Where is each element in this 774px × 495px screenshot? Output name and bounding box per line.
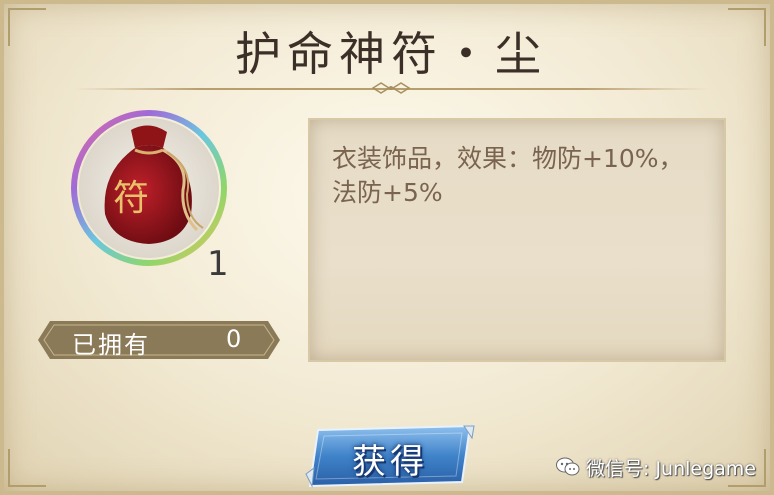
- obtain-button[interactable]: 获得: [304, 424, 476, 488]
- owned-value: 0: [226, 325, 242, 353]
- description-box: 衣装饰品，效果：物防+10%，法防+5%: [310, 120, 724, 360]
- item-quantity: 1: [207, 244, 229, 284]
- item-detail-panel: 护命神符・尘 符 1 已拥有 0 衣装饰品，效果：物防+10%，法防+5% 获得…: [0, 0, 774, 495]
- watermark-text: 微信号: Junlegame: [586, 457, 756, 480]
- item-icon-frame[interactable]: 符: [71, 110, 227, 266]
- item-title: 护命神符・尘: [235, 27, 547, 81]
- corner-ornament: [8, 449, 46, 487]
- pouch-glyph: 符: [113, 178, 149, 219]
- wechat-icon: [556, 457, 580, 476]
- owned-label: 已拥有: [72, 331, 150, 359]
- watermark: 微信号: Junlegame: [556, 452, 756, 482]
- divider-ornament-icon: [371, 82, 411, 94]
- item-description: 衣装饰品，效果：物防+10%，法防+5%: [332, 144, 684, 207]
- obtain-button-label: 获得: [352, 442, 428, 482]
